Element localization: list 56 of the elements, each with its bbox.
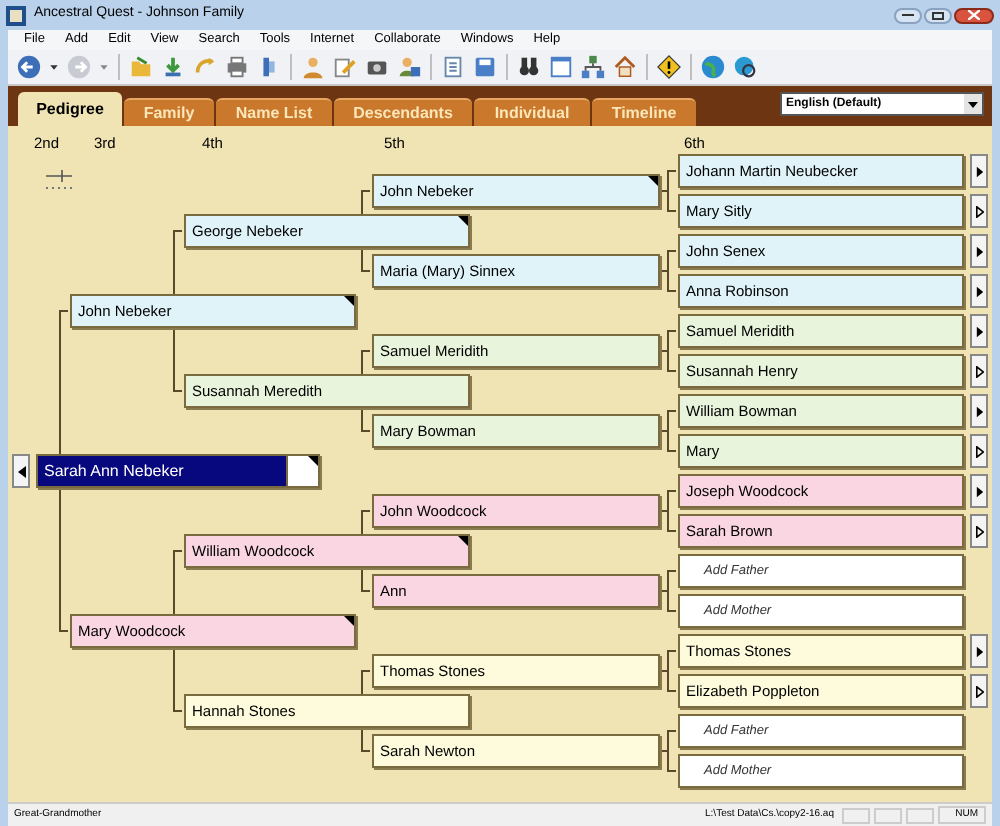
left-arrow-icon: [17, 465, 25, 477]
ancestor-arrow-button[interactable]: [970, 634, 988, 668]
right-arrow-icon: [975, 525, 983, 537]
connector-line: [659, 410, 677, 452]
connector-line: [659, 490, 677, 532]
ancestor-arrow-button[interactable]: [970, 354, 988, 388]
pencil-icon[interactable]: [332, 54, 358, 80]
minimize-button[interactable]: [894, 7, 922, 23]
right-arrow-icon: [975, 285, 983, 297]
person-icon[interactable]: [300, 54, 326, 80]
person-card-icon[interactable]: [396, 54, 422, 80]
right-arrow-icon: [975, 245, 983, 257]
download-icon[interactable]: [160, 54, 186, 80]
connector-line: [659, 250, 677, 292]
scale-icon: [44, 168, 74, 190]
right-arrow-icon: [975, 645, 983, 657]
close-button[interactable]: [954, 7, 994, 23]
right-arrow-icon: [975, 325, 983, 337]
ancestor-arrow-button[interactable]: [970, 674, 988, 708]
network-icon[interactable]: [580, 54, 606, 80]
back-icon[interactable]: [16, 54, 42, 80]
clipboard-icon[interactable]: [440, 54, 466, 80]
maximize-button[interactable]: [924, 7, 952, 23]
printer-icon[interactable]: [224, 54, 250, 80]
ancestor-arrow-button[interactable]: [970, 394, 988, 428]
ancestor-arrow-button[interactable]: [970, 234, 988, 268]
binoculars-icon[interactable]: [516, 54, 542, 80]
right-arrow-icon: [975, 405, 983, 417]
ancestor-arrow-button[interactable]: [970, 434, 988, 468]
app-icon: [6, 5, 26, 25]
person-box[interactable]: Sarah Ann Nebeker: [36, 454, 320, 488]
connector-line: [659, 730, 677, 772]
right-arrow-icon: [975, 205, 983, 217]
ancestor-arrow-button[interactable]: [970, 274, 988, 308]
child-navigation-button[interactable]: [12, 454, 30, 488]
tab[interactable]: Pedigree: [18, 92, 122, 126]
right-arrow-icon: [975, 365, 983, 377]
window-icon[interactable]: [548, 54, 574, 80]
right-arrow-icon: [975, 485, 983, 497]
right-arrow-icon: [975, 445, 983, 457]
connector-line: [659, 570, 677, 612]
folder-icon[interactable]: [128, 54, 154, 80]
connector-line: [659, 650, 677, 692]
globe-search-icon[interactable]: [732, 54, 758, 80]
right-arrow-icon: [975, 165, 983, 177]
ancestor-arrow-button[interactable]: [970, 514, 988, 548]
ancestor-arrow-button[interactable]: [970, 194, 988, 228]
connector-line: [659, 170, 677, 212]
close-icon: [968, 10, 980, 20]
ancestor-arrow-button[interactable]: [970, 154, 988, 188]
connector-line: [659, 330, 677, 372]
ancestor-arrow-button[interactable]: [970, 314, 988, 348]
home-icon[interactable]: [612, 54, 638, 80]
warning-icon[interactable]: [656, 54, 682, 80]
right-arrow-icon: [975, 685, 983, 697]
ancestor-arrow-button[interactable]: [970, 474, 988, 508]
